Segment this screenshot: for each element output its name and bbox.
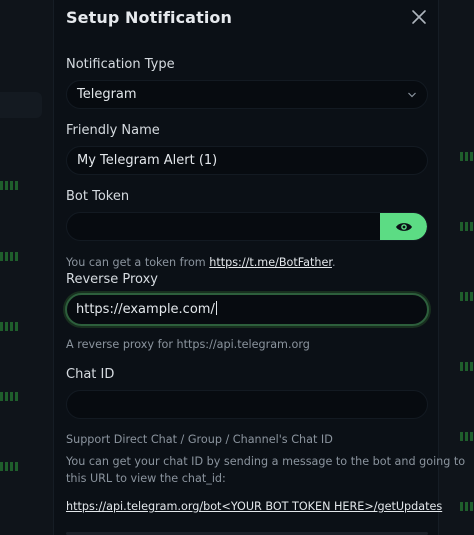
close-icon xyxy=(412,10,426,24)
notification-type-select[interactable]: Telegram xyxy=(66,80,428,109)
eye-icon xyxy=(395,222,412,231)
friendly-name-input[interactable]: My Telegram Alert (1) xyxy=(66,146,428,175)
dialog-title: Setup Notification xyxy=(66,8,232,27)
toggle-token-visibility-button[interactable] xyxy=(380,213,427,240)
background-status-bar xyxy=(460,222,474,231)
bot-token-field xyxy=(66,212,428,241)
background-status-bar xyxy=(460,432,474,441)
setup-notification-dialog: Setup Notification Notification Type Tel… xyxy=(53,0,465,535)
text-caret xyxy=(215,301,217,315)
reverse-proxy-input[interactable]: https://example.com/ xyxy=(65,293,429,326)
reverse-proxy-hint: A reverse proxy for https://api.telegram… xyxy=(66,338,310,351)
background-status-bar xyxy=(460,292,474,301)
notification-type-value: Telegram xyxy=(77,87,137,102)
background-status-bar xyxy=(460,362,474,371)
get-updates-link-row: https://api.telegram.org/bot<YOUR BOT TO… xyxy=(66,500,442,513)
background-status-bar xyxy=(460,502,474,511)
background-status-bar xyxy=(460,152,474,161)
bot-token-hint-text: You can get a token from xyxy=(66,256,210,269)
get-updates-link[interactable]: https://api.telegram.org/bot<YOUR BOT TO… xyxy=(66,500,442,513)
bot-token-hint: You can get a token from https://t.me/Bo… xyxy=(66,256,336,269)
chat-id-hint-line2: this URL to view the chat_id: xyxy=(66,472,226,485)
notification-type-label: Notification Type xyxy=(66,57,175,72)
bot-token-label: Bot Token xyxy=(66,189,130,204)
chat-id-label: Chat ID xyxy=(66,367,115,382)
chat-id-hint-support: Support Direct Chat / Group / Channel's … xyxy=(66,433,333,446)
bot-token-hint-suffix: . xyxy=(331,256,336,269)
reverse-proxy-label: Reverse Proxy xyxy=(66,272,158,287)
background-status-bar xyxy=(0,322,20,331)
background-panel xyxy=(0,92,42,118)
friendly-name-label: Friendly Name xyxy=(66,123,160,138)
chevron-down-icon xyxy=(408,92,416,98)
reverse-proxy-value: https://example.com/ xyxy=(76,302,215,317)
botfather-link[interactable]: https://t.me/BotFather xyxy=(209,256,332,269)
chat-id-hint-line1: You can get your chat ID by sending a me… xyxy=(66,455,466,468)
background-status-bar xyxy=(0,462,20,471)
background-status-bar xyxy=(0,181,20,190)
bot-token-input[interactable] xyxy=(67,213,382,240)
close-button[interactable] xyxy=(410,8,428,26)
chat-id-input[interactable] xyxy=(66,390,428,419)
background-status-bar xyxy=(0,392,20,401)
background-status-bar xyxy=(0,252,20,261)
